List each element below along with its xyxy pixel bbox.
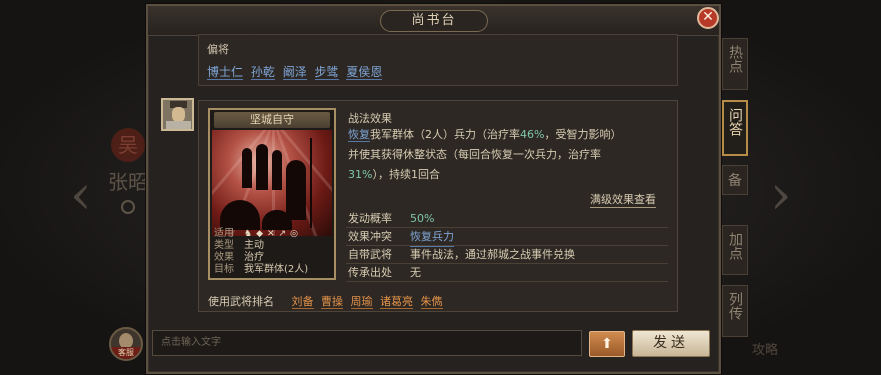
skill-name: 坚城自守 xyxy=(214,112,330,128)
stat-key: 效果冲突 xyxy=(348,230,392,243)
general-name-list: 博士仁 孙乾 阚泽 步骘 夏侯恩 xyxy=(207,63,386,80)
effect-text: ，受智力影响） xyxy=(544,128,622,141)
general-link[interactable]: 夏侯恩 xyxy=(346,65,383,80)
soldier-silhouette xyxy=(286,160,306,220)
info-value: 主动 xyxy=(244,240,264,251)
general-ranking: 使用武将排名 刘备 曹操 周瑜 诸葛亮 朱儁 xyxy=(208,293,447,309)
effect-description: 恢复我军群体（2人）兵力（治疗率46%，受智力影响） 并使其获得休整状态（每回合… xyxy=(348,125,668,185)
ranking-general-link[interactable]: 朱儁 xyxy=(420,295,443,309)
troop-type-icons: ♞ ◆ ✕ ↗ ◎ xyxy=(244,228,298,240)
horse-icon: ♞ xyxy=(244,229,253,239)
skill-card[interactable]: 坚城自守 适用 ♞ ◆ ✕ ↗ ◎ 类型 主动 效果 治疗 目标 我军群体(2人… xyxy=(208,108,336,280)
info-key: 效果 xyxy=(214,252,234,263)
spear-icon: ↗ xyxy=(278,229,287,239)
prev-arrow-icon[interactable]: ‹ xyxy=(70,165,104,225)
effect-text: ），持续1回合 xyxy=(372,168,440,181)
soldier-silhouette xyxy=(272,150,282,190)
info-row: 效果 治疗 xyxy=(214,252,332,264)
stat-row-owner: 自带武将 事件战法，通过郝城之战事件兑换 xyxy=(346,246,668,264)
info-value: 治疗 xyxy=(244,252,264,263)
general-link[interactable]: 博士仁 xyxy=(207,65,244,80)
bow-icon: ◎ xyxy=(290,229,298,239)
soldier-silhouette xyxy=(242,148,252,188)
spear-silhouette xyxy=(310,138,312,228)
tab-prepare[interactable]: 备 xyxy=(722,165,748,195)
tab-points[interactable]: 加点 xyxy=(722,225,748,275)
avatar-face-icon xyxy=(172,107,185,122)
effect-rate: 46% xyxy=(520,128,545,141)
shield-icon: ◆ xyxy=(256,229,263,239)
panel-title: 尚书台 xyxy=(380,10,488,32)
soldier-silhouette xyxy=(220,200,260,230)
ranking-general-link[interactable]: 周瑜 xyxy=(350,295,373,309)
section-label: 偏将 xyxy=(207,43,229,56)
effect-line: 恢复我军群体（2人）兵力（治疗率46%，受智力影响） xyxy=(348,125,668,145)
crossed-swords-icon: ✕ xyxy=(267,229,275,239)
stat-key: 发动概率 xyxy=(348,212,392,225)
customer-service-avatar[interactable]: 客服 xyxy=(109,327,143,361)
ranking-general-link[interactable]: 刘备 xyxy=(291,295,314,309)
skill-art xyxy=(212,130,332,236)
send-button[interactable]: 发送 xyxy=(632,330,710,357)
soldier-silhouette xyxy=(256,144,268,190)
ranking-general-link[interactable]: 曹操 xyxy=(321,295,343,309)
info-row: 目标 我军群体(2人) xyxy=(214,264,332,276)
effect-title: 战法效果 xyxy=(348,112,392,125)
stat-value: 无 xyxy=(410,266,421,279)
stat-value: 事件战法，通过郝城之战事件兑换 xyxy=(410,248,575,261)
previous-answer-section: 偏将 博士仁 孙乾 阚泽 步骘 夏侯恩 xyxy=(198,34,678,86)
effect-rate: 31% xyxy=(348,168,373,181)
guide-badge[interactable]: 攻略 xyxy=(752,340,808,362)
info-row: 类型 主动 xyxy=(214,240,332,252)
tab-qa[interactable]: 问答 xyxy=(722,100,748,156)
soldier-silhouette xyxy=(262,210,292,230)
general-link[interactable]: 步骘 xyxy=(314,65,339,80)
effect-text: 并使其获得休整状态（每回合恢复一次兵力，治疗率 xyxy=(348,148,601,161)
indicator-icon xyxy=(121,200,135,214)
stat-key: 传承出处 xyxy=(348,266,392,279)
stat-key: 自带武将 xyxy=(348,248,392,261)
info-key: 目标 xyxy=(214,264,234,275)
tab-biography[interactable]: 列传 xyxy=(722,285,748,337)
scroll-up-button[interactable]: ⬆ xyxy=(589,331,625,357)
chat-input[interactable]: 点击输入文字 xyxy=(152,330,582,356)
full-effect-link[interactable]: 满级效果查看 xyxy=(590,191,656,208)
info-key: 适用 xyxy=(214,228,234,239)
effect-line: 并使其获得休整状态（每回合恢复一次兵力，治疗率 xyxy=(348,145,668,165)
skill-info: 适用 ♞ ◆ ✕ ↗ ◎ 类型 主动 效果 治疗 目标 我军群体(2人) xyxy=(212,228,332,278)
faction-seal: 吴 xyxy=(111,128,145,162)
effect-keyword-link[interactable]: 恢复 xyxy=(348,128,370,142)
close-icon[interactable]: ✕ xyxy=(697,7,719,29)
info-key: 类型 xyxy=(214,240,234,251)
info-value: 我军群体(2人) xyxy=(244,264,309,275)
tab-hotspot[interactable]: 热点 xyxy=(722,38,748,90)
effect-text: 我军群体（2人）兵力（治疗率 xyxy=(370,128,520,141)
general-name: 张昭 xyxy=(108,170,148,194)
stat-row-inherit: 传承出处 无 xyxy=(346,264,668,282)
info-row: 适用 ♞ ◆ ✕ ↗ ◎ xyxy=(214,228,332,240)
ranking-general-link[interactable]: 诸葛亮 xyxy=(380,295,413,309)
stat-value-link[interactable]: 恢复兵力 xyxy=(410,228,454,247)
ranking-label: 使用武将排名 xyxy=(208,295,274,308)
background-general: 吴 张昭 xyxy=(108,128,148,238)
stat-value: 50% xyxy=(410,212,435,225)
general-link[interactable]: 孙乾 xyxy=(250,65,275,80)
general-link[interactable]: 阚泽 xyxy=(282,65,307,80)
stat-row-conflict: 效果冲突 恢复兵力 xyxy=(346,228,668,247)
adviser-avatar xyxy=(161,98,194,131)
effect-line: 31%），持续1回合 xyxy=(348,165,668,185)
panel-title-bar: 尚书台 xyxy=(148,6,719,36)
stat-row-probability: 发动概率 50% xyxy=(346,210,668,228)
next-arrow-icon[interactable]: › xyxy=(770,165,804,225)
avatar-label: 客服 xyxy=(111,347,141,359)
avatar-robe xyxy=(166,121,191,129)
